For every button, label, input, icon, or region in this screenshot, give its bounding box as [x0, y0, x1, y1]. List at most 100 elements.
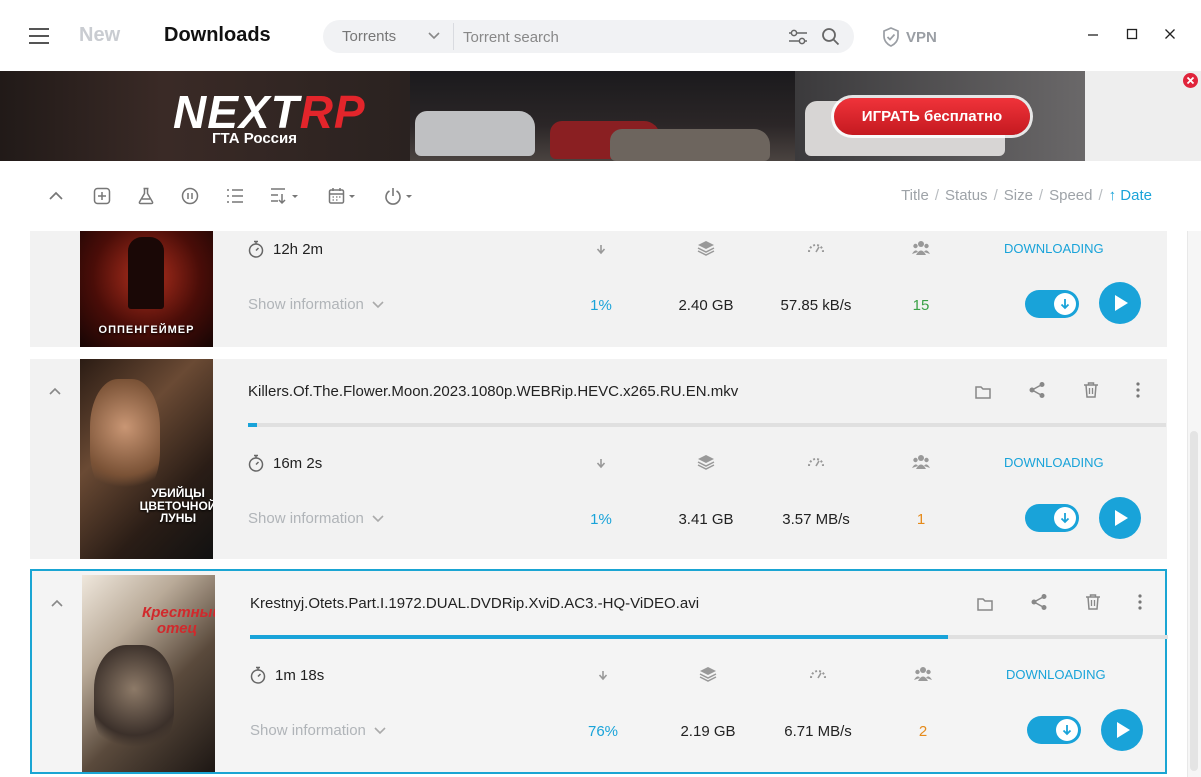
toggle-knob — [1056, 719, 1078, 741]
tab-downloads[interactable]: Downloads — [164, 24, 271, 47]
toggle-knob — [1054, 507, 1076, 529]
scrollbar[interactable] — [1187, 231, 1201, 777]
play-button[interactable] — [1099, 282, 1141, 324]
banner-cta-button[interactable]: ИГРАТЬ бесплатно — [834, 98, 1030, 135]
minimize-icon[interactable] — [1085, 26, 1101, 42]
download-arrow-icon — [596, 245, 606, 255]
download-item[interactable]: Крестный отец Krestnyj.Otets.Part.I.1972… — [30, 569, 1168, 774]
filter-icon[interactable] — [788, 28, 808, 46]
share-icon[interactable] — [1030, 593, 1048, 611]
download-order-icon[interactable] — [270, 186, 300, 206]
ad-banner[interactable]: NEXTRP ГТА Россия ИГРАТЬ бесплатно — [0, 71, 1201, 161]
download-item[interactable]: ОППЕНГЕЙМЕР 12h 2m DOWNLOADING Show info… — [30, 231, 1167, 347]
chevron-up-icon[interactable] — [50, 598, 64, 608]
peers-count: 15 — [912, 297, 930, 314]
file-size: 2.40 GB — [678, 297, 734, 314]
time-remaining-value: 12h 2m — [273, 240, 324, 258]
download-toggle[interactable] — [1025, 504, 1079, 532]
list-view-icon[interactable] — [226, 186, 244, 206]
download-speed: 6.71 MB/s — [784, 723, 852, 740]
status-badge: DOWNLOADING — [1004, 241, 1104, 256]
progress-percent: 1% — [590, 511, 612, 528]
progress-percent: 1% — [590, 297, 612, 314]
layers-icon — [697, 241, 715, 256]
progress-percent: 76% — [587, 723, 619, 740]
play-button[interactable] — [1101, 709, 1143, 751]
more-options-icon[interactable] — [1131, 593, 1149, 611]
menu-icon[interactable] — [29, 27, 49, 45]
time-remaining: 16m 2s — [248, 454, 322, 472]
download-speed: 3.57 MB/s — [782, 511, 850, 528]
time-remaining: 1m 18s — [250, 666, 324, 684]
sort-separator: / — [1098, 187, 1103, 204]
show-information-toggle[interactable]: Show information — [248, 510, 384, 527]
time-remaining: 12h 2m — [248, 240, 323, 258]
search-category-select[interactable]: Torrents — [342, 28, 396, 45]
progress-fill — [248, 423, 258, 427]
power-icon[interactable] — [384, 186, 416, 206]
chevron-up-icon[interactable] — [48, 386, 62, 396]
download-toggle[interactable] — [1025, 290, 1079, 318]
download-arrow-icon — [596, 459, 606, 469]
poster-title: ОППЕНГЕЙМЕР — [98, 324, 195, 336]
show-information-toggle[interactable]: Show information — [250, 722, 386, 739]
title-bar: New Downloads Torrents VPN — [0, 0, 1201, 71]
vpn-button[interactable]: VPN — [882, 26, 937, 48]
calendar-icon[interactable] — [328, 186, 358, 206]
collapse-all-icon[interactable] — [48, 186, 64, 206]
sort-size[interactable]: Size — [1004, 187, 1033, 204]
pause-all-icon[interactable] — [181, 186, 199, 206]
banner-close-icon[interactable] — [1183, 73, 1198, 88]
vpn-label: VPN — [906, 28, 937, 46]
play-button[interactable] — [1099, 497, 1141, 539]
download-arrow-icon — [598, 671, 608, 681]
peers-icon — [914, 667, 932, 681]
poster-title: УБИЙЦЫ ЦВЕТОЧНОЙ ЛУНЫ — [139, 486, 213, 526]
sort-speed[interactable]: Speed — [1049, 187, 1092, 204]
poster-title: Крестный отец — [142, 604, 215, 637]
download-icon — [1060, 299, 1070, 310]
progress-bar — [248, 423, 1166, 427]
add-torrent-icon[interactable] — [93, 186, 111, 206]
chevron-down-icon[interactable] — [427, 29, 441, 43]
peers-icon — [912, 241, 930, 255]
flask-icon[interactable] — [137, 186, 155, 206]
show-information-toggle[interactable]: Show information — [248, 296, 384, 313]
sort-status[interactable]: Status — [945, 187, 988, 204]
download-icon — [1062, 725, 1072, 736]
sort-options: Title / Status / Size / Speed / ↑ Date — [901, 187, 1152, 204]
show-information-label: Show information — [248, 296, 364, 313]
download-item[interactable]: УБИЙЦЫ ЦВЕТОЧНОЙ ЛУНЫ Killers.Of.The.Flo… — [30, 359, 1167, 559]
folder-icon[interactable] — [976, 595, 994, 613]
search-icon[interactable] — [821, 27, 840, 46]
download-icon — [1060, 513, 1070, 524]
download-toggle[interactable] — [1027, 716, 1081, 744]
layers-icon — [699, 667, 717, 682]
scrollbar-thumb[interactable] — [1190, 431, 1198, 771]
status-badge: DOWNLOADING — [1004, 455, 1104, 470]
file-size: 3.41 GB — [678, 511, 734, 528]
peers-count: 1 — [916, 511, 926, 528]
close-icon[interactable] — [1162, 26, 1178, 42]
banner-subtitle: ГТА Россия — [212, 130, 297, 147]
maximize-icon[interactable] — [1124, 26, 1140, 42]
sort-title[interactable]: Title — [901, 187, 929, 204]
show-information-label: Show information — [250, 722, 366, 739]
sort-separator: / — [993, 187, 998, 204]
chevron-down-icon — [372, 514, 384, 522]
share-icon[interactable] — [1028, 381, 1046, 399]
search-bar: Torrents — [323, 20, 854, 53]
speed-gauge-icon — [808, 244, 824, 253]
banner-logo-accent: RP — [299, 86, 366, 138]
search-divider — [453, 23, 454, 50]
sort-separator: / — [934, 187, 940, 204]
search-input[interactable] — [463, 26, 763, 48]
trash-icon[interactable] — [1082, 381, 1100, 399]
trash-icon[interactable] — [1084, 593, 1102, 611]
progress-fill — [250, 635, 948, 639]
speed-gauge-icon — [810, 670, 826, 679]
more-options-icon[interactable] — [1129, 381, 1147, 399]
sort-date[interactable]: ↑ Date — [1109, 187, 1152, 204]
tab-new[interactable]: New — [79, 24, 120, 47]
folder-icon[interactable] — [974, 383, 992, 401]
